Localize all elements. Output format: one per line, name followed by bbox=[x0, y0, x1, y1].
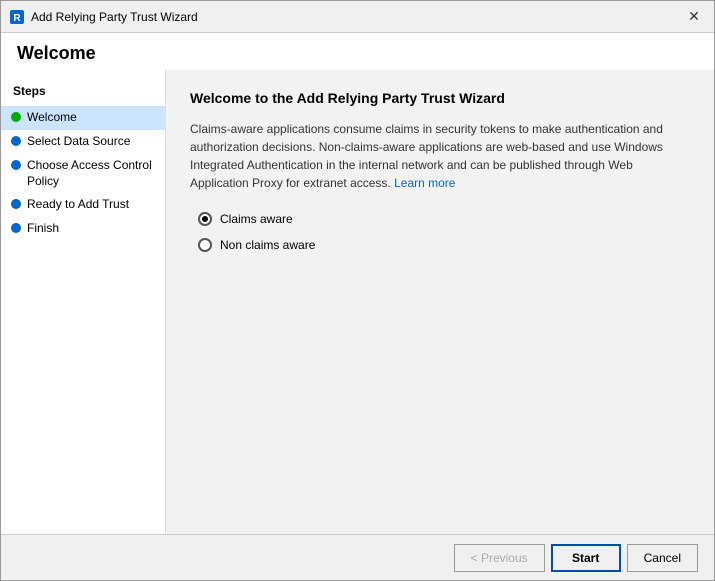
page-title: Welcome bbox=[1, 33, 714, 70]
sidebar-label-welcome: Welcome bbox=[27, 110, 77, 126]
previous-button[interactable]: < Previous bbox=[454, 544, 545, 572]
title-bar: R Add Relying Party Trust Wizard ✕ bbox=[1, 1, 714, 33]
sidebar-dot-choose-access-control bbox=[11, 160, 21, 170]
window-icon: R bbox=[9, 9, 25, 25]
sidebar-item-choose-access-control[interactable]: Choose Access Control Policy bbox=[1, 154, 165, 193]
radio-label-claims-aware: Claims aware bbox=[220, 212, 293, 226]
close-button[interactable]: ✕ bbox=[682, 5, 706, 29]
radio-item-claims-aware[interactable]: Claims aware bbox=[198, 212, 690, 226]
sidebar-dot-finish bbox=[11, 223, 21, 233]
svg-text:R: R bbox=[13, 13, 21, 24]
sidebar-dot-select-data-source bbox=[11, 136, 21, 146]
sidebar-item-welcome[interactable]: Welcome bbox=[1, 106, 165, 130]
sidebar-label-finish: Finish bbox=[27, 221, 59, 237]
sidebar-section-title: Steps bbox=[1, 80, 165, 106]
radio-label-non-claims-aware: Non claims aware bbox=[220, 238, 315, 252]
window-title: Add Relying Party Trust Wizard bbox=[31, 10, 682, 24]
wizard-window: R Add Relying Party Trust Wizard ✕ Welco… bbox=[0, 0, 715, 581]
content-area: Steps Welcome Select Data Source Choose … bbox=[1, 70, 714, 534]
sidebar-item-finish[interactable]: Finish bbox=[1, 217, 165, 241]
main-content: Welcome to the Add Relying Party Trust W… bbox=[166, 70, 714, 534]
sidebar-label-ready-to-add: Ready to Add Trust bbox=[27, 197, 129, 213]
main-heading: Welcome to the Add Relying Party Trust W… bbox=[190, 90, 690, 106]
start-button[interactable]: Start bbox=[551, 544, 621, 572]
radio-item-non-claims-aware[interactable]: Non claims aware bbox=[198, 238, 690, 252]
sidebar-label-select-data-source: Select Data Source bbox=[27, 134, 130, 150]
radio-group: Claims aware Non claims aware bbox=[198, 212, 690, 252]
cancel-button[interactable]: Cancel bbox=[627, 544, 698, 572]
sidebar-item-select-data-source[interactable]: Select Data Source bbox=[1, 130, 165, 154]
radio-non-claims-aware[interactable] bbox=[198, 238, 212, 252]
sidebar-label-choose-access-control: Choose Access Control Policy bbox=[27, 158, 157, 189]
sidebar: Steps Welcome Select Data Source Choose … bbox=[1, 70, 166, 534]
sidebar-dot-welcome bbox=[11, 112, 21, 122]
description-text: Claims-aware applications consume claims… bbox=[190, 120, 690, 192]
sidebar-dot-ready-to-add bbox=[11, 199, 21, 209]
learn-more-link[interactable]: Learn more bbox=[394, 176, 455, 190]
sidebar-item-ready-to-add[interactable]: Ready to Add Trust bbox=[1, 193, 165, 217]
footer: < Previous Start Cancel bbox=[1, 534, 714, 580]
radio-claims-aware[interactable] bbox=[198, 212, 212, 226]
